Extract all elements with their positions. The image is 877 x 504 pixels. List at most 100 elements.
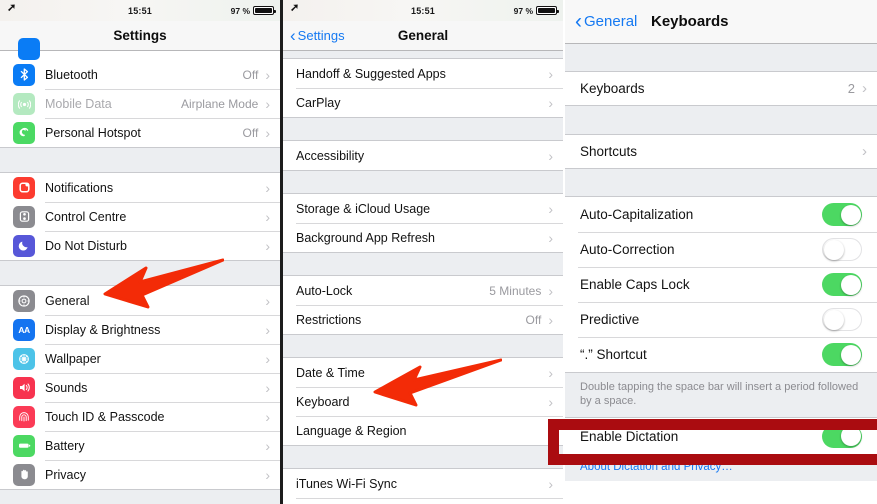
toggle-enable-dictation[interactable] [822, 424, 862, 448]
chevron-right-icon: › [265, 208, 270, 225]
dictation-footer-note: Double tapping the space bar will insert… [565, 372, 877, 417]
row-label: Do Not Disturb [45, 238, 127, 253]
row-label: General [45, 293, 90, 308]
link-about-dictation-privacy[interactable]: About Dictation and Privacy… [565, 454, 877, 481]
sidebar-item-personal-hotspot[interactable]: Personal Hotspot Off › [0, 118, 280, 147]
row-label: Mobile Data [45, 96, 112, 111]
sidebar-item-mobile-data[interactable]: Mobile Data Airplane Mode › [0, 89, 280, 118]
row-value: Off [525, 312, 542, 327]
list-item-auto-lock[interactable]: Auto-Lock 5 Minutes › [283, 276, 563, 305]
chevron-right-icon: › [548, 475, 553, 492]
row-label: Privacy [45, 467, 86, 482]
chevron-right-icon: › [265, 66, 270, 83]
battery-percent-label: 97 % [513, 5, 533, 16]
chevron-left-icon: ‹ [575, 9, 582, 33]
chevron-right-icon: › [548, 94, 553, 111]
settings-group-alerts: Notifications › Control Centre › Do Not … [0, 173, 280, 260]
list-item-enable-caps-lock[interactable]: Enable Caps Lock [565, 267, 877, 302]
list-item-accessibility[interactable]: Accessibility › [283, 141, 563, 170]
sidebar-item-do-not-disturb[interactable]: Do Not Disturb › [0, 231, 280, 260]
row-value: Airplane Mode [180, 96, 259, 111]
section-gap [283, 445, 563, 469]
row-label: Notifications [45, 180, 114, 195]
general-group-lock: Auto-Lock 5 Minutes › Restrictions Off › [283, 276, 563, 334]
general-group-itunes: iTunes Wi-Fi Sync › [283, 469, 563, 504]
sidebar-item-bluetooth[interactable]: Bluetooth Off › [0, 60, 280, 89]
section-gap [565, 168, 877, 197]
general-group-datetime: Date & Time › Keyboard › Language & Regi… [283, 358, 563, 445]
chevron-right-icon: › [548, 311, 553, 328]
list-item-date-time[interactable]: Date & Time › [283, 358, 563, 387]
row-label: Keyboard [296, 394, 350, 409]
sidebar-item-sounds[interactable]: Sounds › [0, 373, 280, 402]
chevron-right-icon: › [265, 466, 270, 483]
back-button-settings[interactable]: ‹ Settings [290, 26, 345, 45]
chevron-right-icon: › [548, 422, 553, 439]
list-item-auto-capitalization[interactable]: Auto-Capitalization [565, 197, 877, 232]
sidebar-item-battery[interactable]: Battery › [0, 431, 280, 460]
keyboards-group-dictation: Enable Dictation [565, 417, 877, 454]
status-bar-general: ➚ 15:51 97 % [283, 0, 563, 21]
list-item-handoff-suggested-apps[interactable]: Handoff & Suggested Apps › [283, 59, 563, 88]
sidebar-item-display-brightness[interactable]: AA Display & Brightness › [0, 315, 280, 344]
list-item-predictive[interactable]: Predictive [565, 302, 877, 337]
keyboards-group-keyboards: Keyboards 2 › [565, 72, 877, 105]
chevron-right-icon: › [265, 292, 270, 309]
row-label: Enable Caps Lock [580, 277, 690, 292]
toggle-auto-correction[interactable] [822, 238, 862, 261]
list-item-background-app-refresh[interactable]: Background App Refresh › [283, 223, 563, 252]
row-label: Sounds [45, 380, 88, 395]
list-item-shortcuts[interactable]: Shortcuts › [565, 135, 877, 168]
display-brightness-icon: AA [13, 318, 35, 341]
list-item-partial[interactable] [283, 498, 563, 504]
toggle-enable-caps-lock[interactable] [822, 273, 862, 296]
screenshot-stage: ➚ 15:51 97 % Settings Bluetooth Off › Mo… [0, 0, 877, 504]
chevron-right-icon: › [548, 393, 553, 410]
section-gap [565, 44, 877, 72]
list-item-language-region[interactable]: Language & Region › [283, 416, 563, 445]
row-value: 5 Minutes [489, 283, 542, 298]
section-gap [283, 334, 563, 358]
section-gap [0, 260, 280, 286]
list-item-itunes-wifi-sync[interactable]: iTunes Wi-Fi Sync › [283, 469, 563, 498]
toggle-predictive[interactable] [822, 308, 862, 331]
keyboards-nav-bar: ‹ General Keyboards [565, 0, 877, 44]
row-value: 2 [847, 81, 855, 96]
do-not-disturb-icon [13, 234, 35, 257]
list-item-enable-dictation[interactable]: Enable Dictation [565, 418, 877, 454]
toggle-auto-capitalization[interactable] [822, 203, 862, 226]
list-item-auto-correction[interactable]: Auto-Correction [565, 232, 877, 267]
sidebar-item-privacy[interactable]: Privacy › [0, 460, 280, 489]
general-gear-icon [13, 289, 35, 312]
privacy-hand-icon [13, 463, 35, 486]
list-item-keyboard[interactable]: Keyboard › [283, 387, 563, 416]
list-item-keyboards[interactable]: Keyboards 2 › [565, 72, 877, 105]
hotspot-icon [13, 121, 35, 144]
general-panel: ➚ 15:51 97 % ‹ Settings General Handoff … [283, 0, 563, 504]
row-value: Off [242, 125, 259, 140]
section-gap [283, 117, 563, 141]
list-item-restrictions[interactable]: Restrictions Off › [283, 305, 563, 334]
list-item-storage-icloud-usage[interactable]: Storage & iCloud Usage › [283, 194, 563, 223]
chevron-right-icon: › [265, 379, 270, 396]
status-bar-battery: 97 % [231, 6, 276, 16]
toggle-period-shortcut[interactable] [822, 343, 862, 366]
sidebar-item-control-centre[interactable]: Control Centre › [0, 202, 280, 231]
back-button-label: Settings [297, 28, 345, 43]
control-centre-icon [13, 205, 35, 228]
back-button-general[interactable]: ‹ General [575, 9, 637, 33]
chevron-right-icon: › [265, 437, 270, 454]
sounds-icon [13, 376, 35, 399]
row-label: Auto-Lock [296, 283, 353, 298]
notifications-icon [13, 176, 35, 199]
row-label: iTunes Wi-Fi Sync [296, 476, 397, 491]
list-item-carplay[interactable]: CarPlay › [283, 88, 563, 117]
sidebar-item-general[interactable]: General › [0, 286, 280, 315]
cellular-icon [13, 92, 35, 115]
sidebar-item-wallpaper[interactable]: Wallpaper › [0, 344, 280, 373]
section-gap-bottom [0, 489, 280, 504]
sidebar-item-touch-id-passcode[interactable]: Touch ID & Passcode › [0, 402, 280, 431]
chevron-left-icon: ‹ [290, 26, 296, 45]
list-item-period-shortcut[interactable]: “.” Shortcut [565, 337, 877, 372]
sidebar-item-notifications[interactable]: Notifications › [0, 173, 280, 202]
